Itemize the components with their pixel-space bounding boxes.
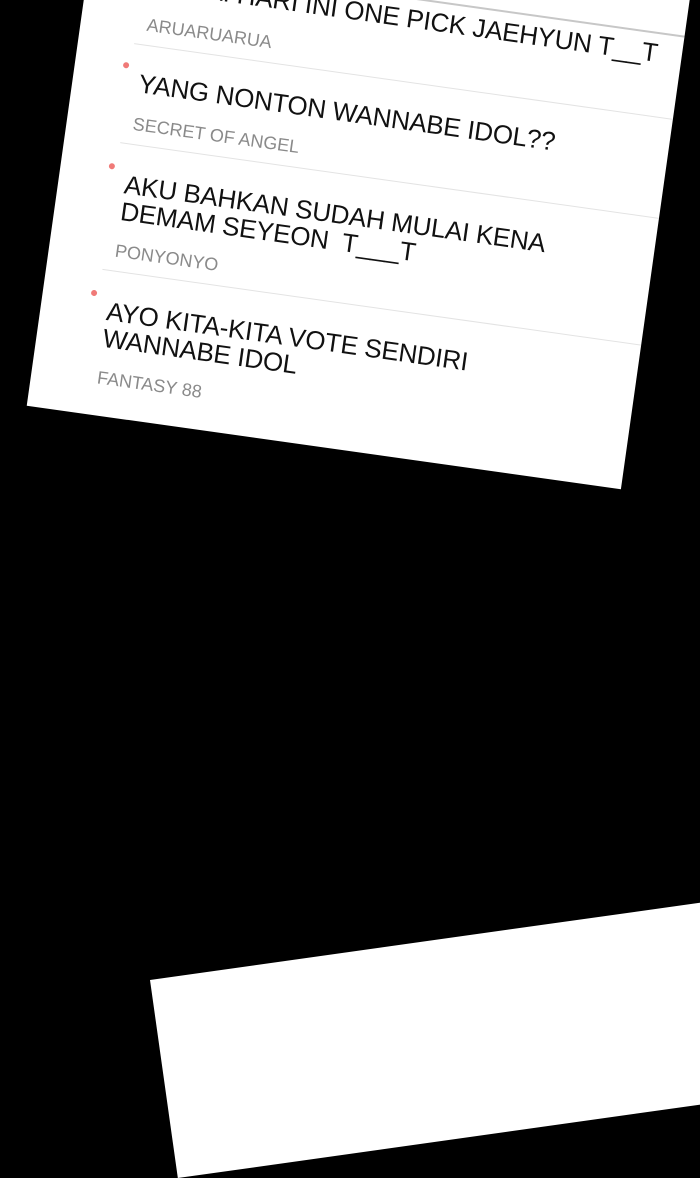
post-title: AYO KITA-KITA VOTE SENDIRI WANNABE IDOL (100, 296, 470, 380)
list-item[interactable]: YANG NONTON WANNABE IDOL?? SECRET OF ANG… (76, 55, 670, 157)
second-card (150, 896, 700, 1178)
post-author: FANTASY 88 (95, 367, 204, 402)
list-item[interactable]: AKU BAHKAN SUDAH MULAI KENA DEMAM SEYEON… (62, 156, 656, 275)
post-author: PONYONYO (113, 240, 220, 275)
list-item[interactable]: MULAI HARI INI ONE PICK JAEHYUN T__T ARU… (90, 0, 684, 68)
post-title: AKU BAHKAN SUDAH MULAI KENA DEMAM SEYEON… (118, 169, 548, 268)
new-post-dot-icon (90, 289, 98, 297)
new-post-dot-icon (122, 61, 130, 69)
post-author: SECRET OF ANGEL (131, 113, 301, 158)
new-post-dot-icon (108, 162, 116, 170)
forum-post-list: MULAI HARI INI ONE PICK JAEHYUN T__T ARU… (26, 0, 694, 490)
list-item[interactable]: AYO KITA-KITA VOTE SENDIRI WANNABE IDOL … (44, 283, 638, 402)
